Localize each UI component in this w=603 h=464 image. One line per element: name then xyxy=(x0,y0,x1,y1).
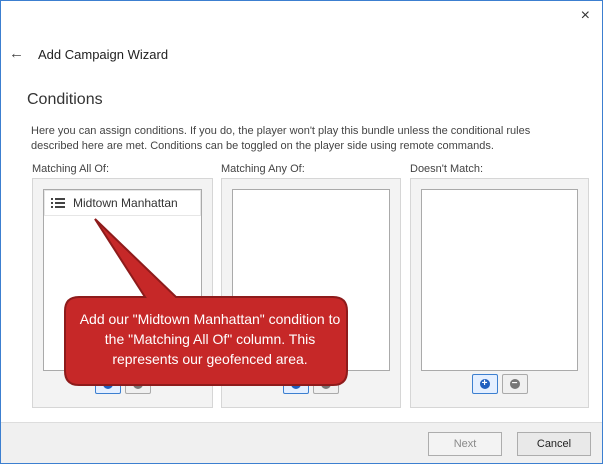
next-button[interactable]: Next xyxy=(428,432,502,456)
close-button[interactable]: × xyxy=(581,7,590,25)
list-doesnt-match[interactable] xyxy=(421,189,578,371)
cancel-button[interactable]: Cancel xyxy=(517,432,591,456)
minus-icon: − xyxy=(132,379,143,389)
plus-icon: + xyxy=(291,379,301,389)
plus-icon: + xyxy=(102,379,113,389)
list-icon xyxy=(49,194,67,212)
list-item-label: Midtown Manhattan xyxy=(73,196,178,210)
column-label-matching-any: Matching Any Of: xyxy=(221,163,305,175)
column-label-doesnt-match: Doesn't Match: xyxy=(410,163,484,175)
plus-icon: + xyxy=(479,379,490,389)
list-item[interactable]: Midtown Manhattan xyxy=(44,190,201,216)
minus-icon: − xyxy=(321,379,331,389)
add-button[interactable]: + xyxy=(471,374,498,394)
wizard-footer: Next Cancel xyxy=(1,422,602,463)
back-arrow-icon[interactable]: ← xyxy=(9,45,24,62)
column-panel-doesnt-match: + − xyxy=(410,178,589,408)
callout-text: Add our "Midtown Manhattan" condition to… xyxy=(79,311,341,367)
section-title: Conditions xyxy=(27,91,103,108)
wizard-window: × ← Add Campaign Wizard Conditions Here … xyxy=(0,0,603,464)
buttons-doesnt-match: + − xyxy=(411,374,588,394)
conditions-description: Here you can assign conditions. If you d… xyxy=(31,125,531,152)
minus-icon: − xyxy=(509,379,520,389)
column-label-matching-all: Matching All Of: xyxy=(32,163,110,175)
wizard-title: Add Campaign Wizard xyxy=(38,47,169,62)
remove-button[interactable]: − xyxy=(501,374,528,394)
